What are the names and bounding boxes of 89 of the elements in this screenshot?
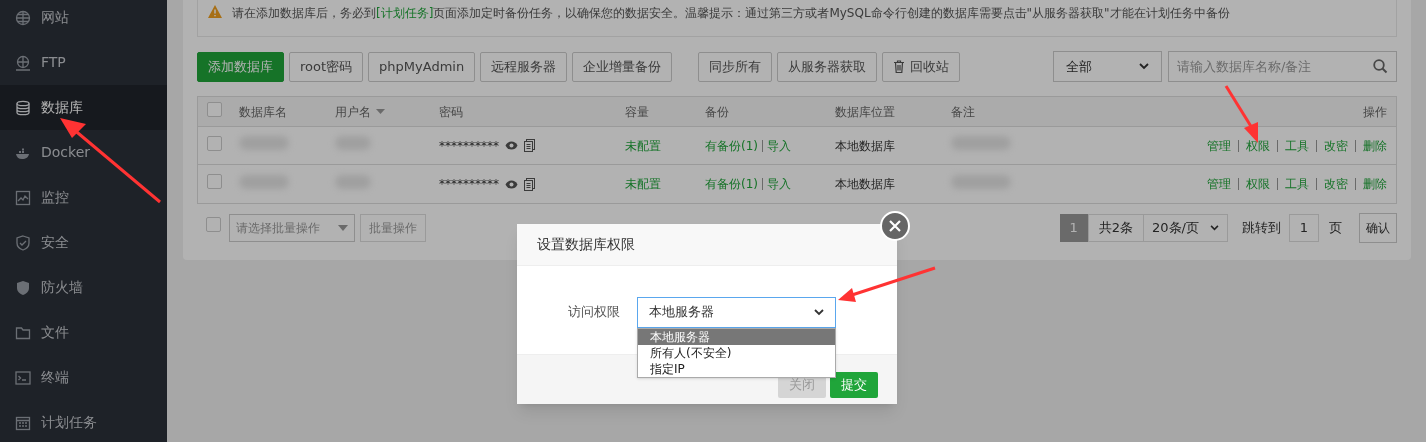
notice-text: 请在添加数据库后，务必到[计划任务]页面添加定时备份任务，以确保您的数据安全。温馨提示：通过第三方或者MySQL命令行创建的数据库需要点击"从服务器获取"才能在计划任务中备份 [232, 5, 1230, 22]
dialog-title: 设置数据库权限 [537, 235, 635, 254]
column-header: 密码 [439, 103, 464, 121]
column-header: 操作 [1362, 103, 1387, 121]
chevron-icon [1210, 224, 1219, 231]
chart-icon [15, 189, 31, 206]
chevron-icon [1139, 63, 1149, 70]
column-header: 容量 [625, 103, 650, 121]
backup-link[interactable]: 有备份(1) [705, 175, 758, 193]
import-link[interactable]: 导入 [767, 175, 791, 193]
backup-link[interactable]: 有备份(1) [705, 136, 758, 155]
total-count: 共2条 [1087, 213, 1144, 242]
globe-icon [15, 54, 31, 71]
toolbar-button[interactable]: 同步所有 [698, 51, 773, 82]
action-link[interactable]: 权限 [1246, 136, 1270, 155]
table-cell: 本地数据库 [835, 138, 895, 153]
database-icon [15, 99, 31, 116]
filter-select[interactable]: 全部 [1053, 51, 1162, 82]
checkbox[interactable] [207, 135, 222, 151]
toolbar-button[interactable]: 远程服务器 [480, 51, 568, 82]
column-header: 用户名 [335, 102, 439, 121]
search-field[interactable]: 请输入数据库名称/备注 [1168, 51, 1397, 82]
batch-select[interactable]: 请选择批量操作 [229, 213, 355, 242]
import-link[interactable]: 导入 [767, 136, 791, 155]
confirm-button[interactable]: 确认 [1359, 212, 1397, 243]
calendar-icon [15, 414, 31, 431]
sidebar-item[interactable]: 安全 [0, 220, 167, 265]
copy-icon[interactable] [524, 177, 535, 191]
sidebar-item[interactable]: 文件 [0, 310, 167, 355]
sidebar-item[interactable]: FTP [0, 40, 167, 85]
sidebar-item[interactable]: 计划任务 [0, 400, 167, 442]
toolbar-button[interactable]: 回收站 [882, 51, 961, 82]
globe-icon [15, 9, 31, 26]
dropdown-option[interactable]: 所有人(不安全) [638, 345, 835, 361]
access-select[interactable]: 本地服务器 [637, 296, 836, 328]
capacity-link[interactable]: 未配置 [625, 177, 661, 191]
sidebar-item[interactable]: 数据库 [0, 85, 167, 130]
dropdown-option[interactable]: 本地服务器 [638, 329, 835, 345]
shield-icon [15, 279, 31, 296]
column-header: 数据库位置 [835, 103, 896, 121]
table-cell-text: ********** [439, 137, 499, 155]
copy-icon[interactable] [524, 139, 535, 152]
action-link[interactable]: 工具 [1285, 136, 1309, 155]
action-link[interactable]: 改密 [1324, 136, 1348, 155]
page-number[interactable]: 1 [1059, 213, 1088, 242]
page-input[interactable]: 1 [1289, 213, 1319, 242]
page-size-select[interactable]: 20条/页 [1144, 213, 1228, 242]
toolbar-button[interactable]: phpMyAdmin [368, 51, 476, 82]
sidebar-item[interactable]: 网站 [0, 0, 167, 40]
toolbar-button[interactable]: 添加数据库 [197, 51, 284, 82]
action-link[interactable]: 管理 [1207, 136, 1231, 155]
action-link[interactable]: 删除 [1363, 136, 1387, 155]
trash-icon [893, 60, 906, 73]
sidebar-item[interactable]: 终端 [0, 355, 167, 400]
column-header: 数据库名 [239, 103, 288, 121]
toolbar-button[interactable]: root密码 [289, 51, 364, 82]
table-cell: 本地数据库 [835, 177, 895, 191]
schedule-link[interactable]: [计划任务] [376, 6, 434, 20]
sidebar-item[interactable]: 监控 [0, 175, 167, 220]
toolbar-button[interactable]: 从服务器获取 [777, 51, 878, 82]
checkbox[interactable] [206, 217, 221, 233]
sidebar-item[interactable]: 防火墙 [0, 265, 167, 310]
batch-button[interactable]: 批量操作 [360, 213, 426, 242]
capacity-link[interactable]: 未配置 [625, 138, 661, 153]
shield-icon [15, 234, 31, 251]
submit-button[interactable]: 提交 [830, 372, 878, 398]
column-header: 备份 [705, 103, 730, 121]
folder-icon [15, 324, 31, 341]
table-cell-text: ********** [439, 176, 499, 193]
checkbox[interactable] [207, 101, 222, 117]
search-icon[interactable] [1373, 59, 1388, 74]
checkbox[interactable] [207, 174, 222, 189]
page-unit: 页 [1329, 218, 1342, 237]
eye-icon[interactable] [505, 141, 518, 150]
caret-icon [338, 224, 348, 231]
eye-icon[interactable] [505, 179, 518, 189]
chevron-icon [814, 308, 824, 316]
column-header: 备注 [951, 103, 976, 121]
action-link[interactable]: 权限 [1246, 175, 1270, 193]
action-link[interactable]: 管理 [1207, 175, 1231, 193]
toolbar-button[interactable]: 企业增量备份 [572, 51, 673, 82]
field-label: 访问权限 [568, 303, 621, 322]
terminal-icon [15, 369, 31, 386]
action-link[interactable]: 改密 [1324, 175, 1348, 193]
warning-icon [208, 5, 222, 18]
jump-label: 跳转到 [1242, 218, 1281, 237]
action-link[interactable]: 删除 [1363, 175, 1387, 193]
sort-icon [376, 109, 385, 114]
action-link[interactable]: 工具 [1285, 175, 1309, 193]
